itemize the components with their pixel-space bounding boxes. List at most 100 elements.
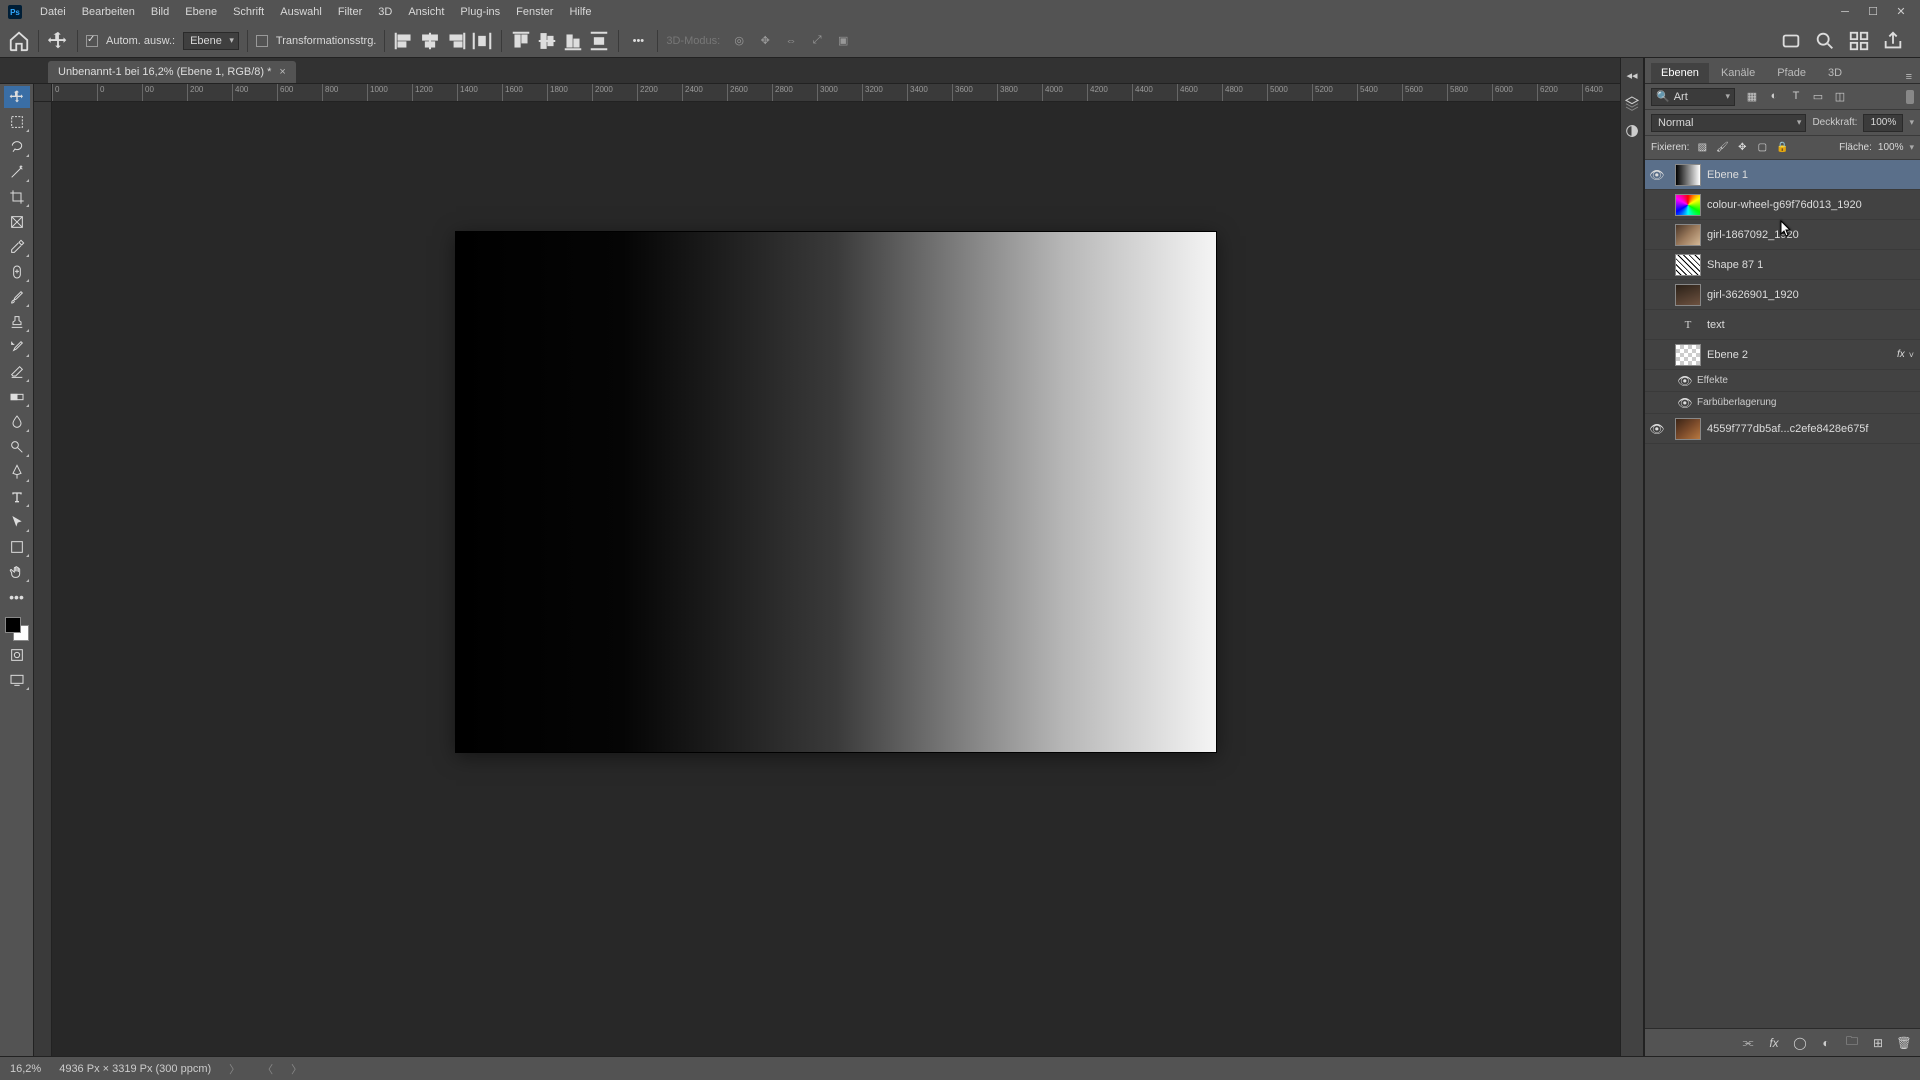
more-options-icon[interactable]: ••• bbox=[627, 30, 649, 52]
layer-thumbnail[interactable] bbox=[1675, 164, 1701, 186]
pen-tool[interactable] bbox=[4, 461, 30, 483]
cloud-docs-icon[interactable] bbox=[1780, 30, 1802, 52]
menu-ansicht[interactable]: Ansicht bbox=[400, 0, 452, 24]
layers-panel-icon[interactable] bbox=[1623, 94, 1641, 112]
window-minimize[interactable]: ─ bbox=[1838, 5, 1852, 19]
layer-name[interactable]: girl-1867092_1920 bbox=[1707, 229, 1914, 241]
visibility-toggle[interactable]: 👁 bbox=[1645, 168, 1669, 182]
align-hcenter-icon[interactable] bbox=[419, 30, 441, 52]
status-arrow-icon[interactable]: 〉 bbox=[229, 1061, 240, 1077]
dodge-tool[interactable] bbox=[4, 436, 30, 458]
layer-thumbnail[interactable] bbox=[1675, 224, 1701, 246]
shape-tool[interactable] bbox=[4, 536, 30, 558]
share-icon[interactable] bbox=[1882, 30, 1904, 52]
layer-fx-icon[interactable]: fx bbox=[1766, 1036, 1782, 1050]
lock-position-icon[interactable]: ✥ bbox=[1735, 142, 1749, 153]
fill-value[interactable]: 100% bbox=[1878, 142, 1904, 153]
align-left-icon[interactable] bbox=[393, 30, 415, 52]
visibility-toggle[interactable]: 👁 bbox=[1645, 422, 1669, 436]
layer-fx-badge[interactable]: fx bbox=[1893, 349, 1909, 360]
adjustment-layer-icon[interactable]: ◐ bbox=[1818, 1036, 1834, 1050]
crop-tool[interactable] bbox=[4, 186, 30, 208]
ruler-vertical[interactable] bbox=[34, 102, 52, 1056]
document-tab[interactable]: Unbenannt-1 bei 16,2% (Ebene 1, RGB/8) *… bbox=[48, 61, 296, 83]
lock-all-icon[interactable]: 🔒 bbox=[1775, 142, 1789, 153]
layer-thumbnail[interactable] bbox=[1675, 284, 1701, 306]
filter-kind-dropdown[interactable]: 🔍 Art ▾ bbox=[1651, 88, 1735, 106]
menu-fenster[interactable]: Fenster bbox=[508, 0, 561, 24]
layer-row[interactable]: 👁 Ebene 1 bbox=[1645, 160, 1920, 190]
auto-select-checkbox[interactable] bbox=[86, 35, 98, 47]
foreground-color[interactable] bbox=[5, 617, 21, 633]
marquee-tool[interactable] bbox=[4, 111, 30, 133]
filter-type-icon[interactable]: T bbox=[1789, 90, 1803, 103]
align-right-icon[interactable] bbox=[445, 30, 467, 52]
quick-mask-tool[interactable] bbox=[4, 644, 30, 666]
color-swatches[interactable] bbox=[5, 617, 29, 641]
new-layer-icon[interactable]: ⊞ bbox=[1870, 1036, 1886, 1050]
lock-transparency-icon[interactable]: ▨ bbox=[1695, 142, 1709, 153]
brush-tool[interactable] bbox=[4, 286, 30, 308]
close-tab-icon[interactable]: × bbox=[279, 66, 285, 78]
layer-name[interactable]: Shape 87 1 bbox=[1707, 259, 1914, 271]
layer-name[interactable]: Ebene 2 bbox=[1707, 349, 1893, 361]
fx-item-row[interactable]: 👁Farbüberlagerung bbox=[1645, 392, 1920, 414]
layer-name[interactable]: girl-3626901_1920 bbox=[1707, 289, 1914, 301]
layer-row[interactable]: colour-wheel-g69f76d013_1920 bbox=[1645, 190, 1920, 220]
blur-tool[interactable] bbox=[4, 411, 30, 433]
status-zoom[interactable]: 16,2% bbox=[10, 1063, 41, 1075]
layer-row[interactable]: girl-1867092_1920 bbox=[1645, 220, 1920, 250]
layer-thumbnail[interactable] bbox=[1675, 254, 1701, 276]
menu-ebene[interactable]: Ebene bbox=[177, 0, 225, 24]
window-maximize[interactable]: ☐ bbox=[1866, 5, 1880, 19]
layer-thumbnail[interactable] bbox=[1675, 418, 1701, 440]
menu-hilfe[interactable]: Hilfe bbox=[561, 0, 599, 24]
layer-thumbnail[interactable] bbox=[1675, 194, 1701, 216]
distribute-h-icon[interactable] bbox=[471, 30, 493, 52]
filter-adjust-icon[interactable]: ◐ bbox=[1767, 90, 1781, 103]
frame-tool[interactable] bbox=[4, 211, 30, 233]
align-vcenter-icon[interactable] bbox=[536, 30, 558, 52]
fx-visibility[interactable]: 👁 bbox=[1673, 374, 1697, 388]
layer-row[interactable]: Ttext bbox=[1645, 310, 1920, 340]
status-next-icon[interactable]: 〉 bbox=[291, 1061, 302, 1077]
type-tool[interactable] bbox=[4, 486, 30, 508]
fx-heading-row[interactable]: 👁Effekte bbox=[1645, 370, 1920, 392]
tab-kanaele[interactable]: Kanäle bbox=[1711, 63, 1765, 83]
menu-bearbeiten[interactable]: Bearbeiten bbox=[74, 0, 143, 24]
blend-mode-dropdown[interactable]: Normal bbox=[1651, 114, 1806, 132]
tab-3d[interactable]: 3D bbox=[1818, 63, 1852, 83]
menu-datei[interactable]: Datei bbox=[32, 0, 74, 24]
stamp-tool[interactable] bbox=[4, 311, 30, 333]
tab-pfade[interactable]: Pfade bbox=[1767, 63, 1816, 83]
layer-row[interactable]: 👁4559f777db5af...c2efe8428e675f bbox=[1645, 414, 1920, 444]
filter-smart-icon[interactable]: ◫ bbox=[1833, 90, 1847, 103]
align-bottom-icon[interactable] bbox=[562, 30, 584, 52]
lock-artboard-icon[interactable]: ▢ bbox=[1755, 142, 1769, 153]
gradient-tool[interactable] bbox=[4, 386, 30, 408]
eraser-tool[interactable] bbox=[4, 361, 30, 383]
layer-thumbnail[interactable] bbox=[1675, 344, 1701, 366]
filter-toggle[interactable] bbox=[1906, 90, 1914, 104]
layer-row[interactable]: Shape 87 1 bbox=[1645, 250, 1920, 280]
fx-visibility[interactable]: 👁 bbox=[1673, 396, 1697, 410]
search-icon[interactable] bbox=[1814, 30, 1836, 52]
menu-schrift[interactable]: Schrift bbox=[225, 0, 272, 24]
menu-plugins[interactable]: Plug-ins bbox=[452, 0, 508, 24]
wand-tool[interactable] bbox=[4, 161, 30, 183]
hand-tool[interactable] bbox=[4, 561, 30, 583]
layer-name[interactable]: Ebene 1 bbox=[1707, 169, 1914, 181]
heal-tool[interactable] bbox=[4, 261, 30, 283]
layer-name[interactable]: colour-wheel-g69f76d013_1920 bbox=[1707, 199, 1914, 211]
layer-name[interactable]: text bbox=[1707, 319, 1914, 331]
filter-shape-icon[interactable]: ▭ bbox=[1811, 90, 1825, 103]
expand-panels-icon[interactable]: ◂◂ bbox=[1623, 66, 1641, 84]
document-canvas[interactable] bbox=[456, 232, 1216, 752]
workspace-icon[interactable] bbox=[1848, 30, 1870, 52]
window-close[interactable]: ✕ bbox=[1894, 5, 1908, 19]
lasso-tool[interactable] bbox=[4, 136, 30, 158]
history-brush-tool[interactable] bbox=[4, 336, 30, 358]
menu-3d[interactable]: 3D bbox=[370, 0, 400, 24]
distribute-v-icon[interactable] bbox=[588, 30, 610, 52]
ruler-horizontal[interactable]: 0000200400600800100012001400160018002000… bbox=[52, 84, 1620, 102]
